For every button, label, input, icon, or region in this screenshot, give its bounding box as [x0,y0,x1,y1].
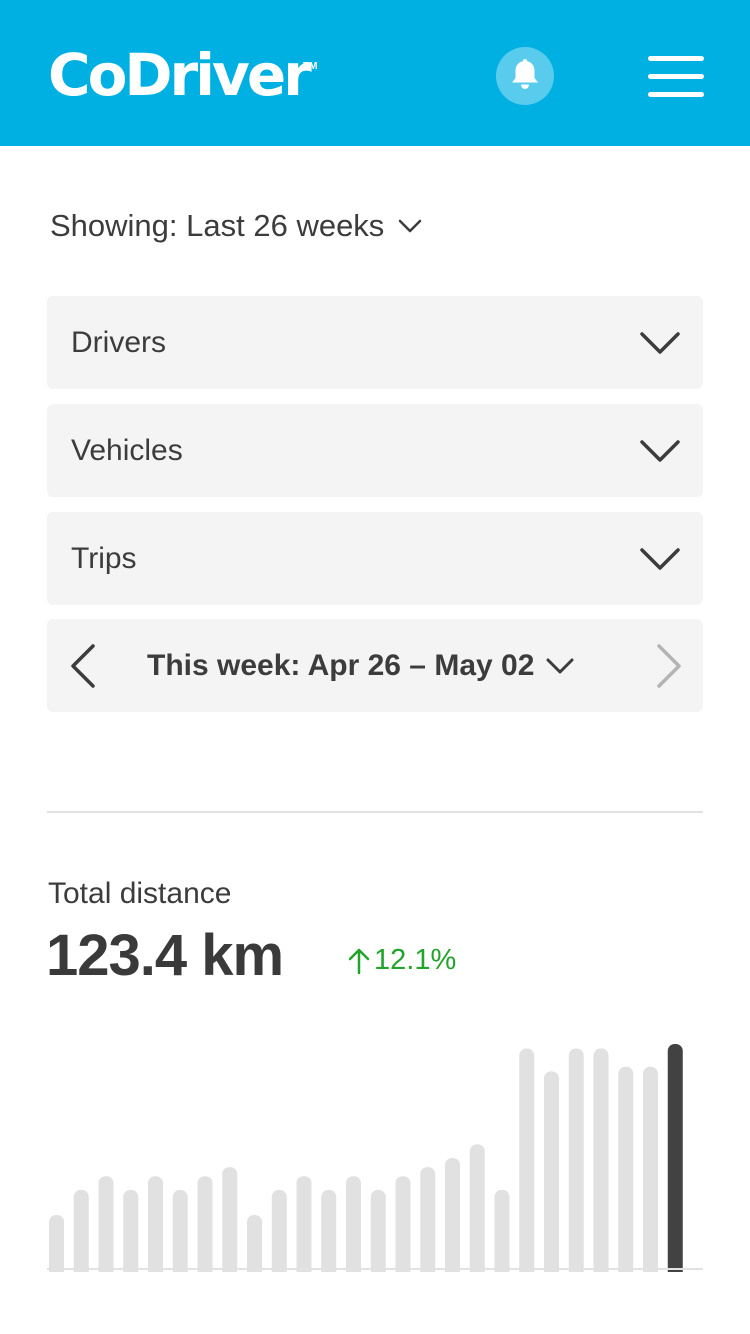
chevron-down-icon [639,328,681,358]
chart-bar[interactable] [346,1176,361,1272]
trademark-mark: TM [303,61,318,72]
chevron-left-icon[interactable] [67,643,99,689]
codriver-logo[interactable]: CoDriver [48,40,312,110]
chart-bar[interactable] [222,1167,238,1272]
chart-bar[interactable] [197,1176,213,1272]
week-label: This week: Apr 26 – May 02 [147,648,535,682]
arrow-up-icon [348,947,370,975]
chart-bar[interactable] [172,1189,188,1272]
stat-value: 123.4 km [46,923,284,988]
chart-bar[interactable] [519,1048,535,1272]
section-divider [47,811,703,813]
chart-bar[interactable] [271,1189,287,1272]
chevron-right-icon[interactable] [653,643,685,689]
filter-label: Trips [71,541,137,575]
stat-change-value: 12.1% [374,944,457,976]
chart-bar[interactable] [420,1167,436,1272]
stat-title: Total distance [48,877,232,910]
stat-change: 12.1% [348,944,456,977]
week-navigator: This week: Apr 26 – May 02 [47,619,703,712]
bell-icon [509,57,541,96]
period-selector[interactable]: Showing: Last 26 weeks [50,204,422,248]
chart-bar[interactable] [593,1048,609,1272]
trips-filter[interactable]: Trips [47,512,703,605]
chart-bar[interactable] [643,1066,658,1272]
chart-baseline [47,1268,703,1270]
hamburger-menu-icon [648,56,704,61]
chart-bar[interactable] [148,1176,163,1272]
chart-bar[interactable] [73,1189,89,1272]
chevron-down-icon [639,436,681,466]
chevron-down-icon [546,657,574,675]
chart-bar-current-week[interactable] [667,1044,683,1272]
chart-bar[interactable] [445,1158,460,1272]
chart-bar[interactable] [618,1066,634,1272]
vehicles-filter[interactable]: Vehicles [47,404,703,497]
drivers-filter[interactable]: Drivers [47,296,703,389]
chart-bar[interactable] [395,1176,411,1272]
chart-bar[interactable] [98,1176,114,1272]
hamburger-menu-button[interactable] [648,56,704,98]
filter-label: Drivers [71,325,166,359]
distance-bar-chart [49,1044,683,1272]
notifications-button[interactable] [496,47,554,105]
chart-bar[interactable] [494,1189,510,1272]
chevron-down-icon [398,218,422,234]
chart-bar[interactable] [469,1144,485,1272]
app-screen: CoDriver TM Showing: Last 26 weeks Drive… [0,0,750,1334]
chart-bar[interactable] [544,1071,559,1272]
chart-bar[interactable] [568,1048,584,1272]
chart-bar[interactable] [123,1189,139,1272]
chevron-down-icon [639,544,681,574]
period-label: Showing: Last 26 weeks [50,208,385,243]
top-bar: CoDriver TM [0,0,750,146]
chart-bar[interactable] [321,1189,337,1272]
chart-bar[interactable] [370,1189,386,1272]
chart-bar[interactable] [247,1215,262,1272]
filter-label: Vehicles [71,433,183,467]
chart-bar[interactable] [296,1176,312,1272]
chart-bar[interactable] [49,1215,64,1272]
week-selector[interactable]: This week: Apr 26 – May 02 [147,619,574,712]
